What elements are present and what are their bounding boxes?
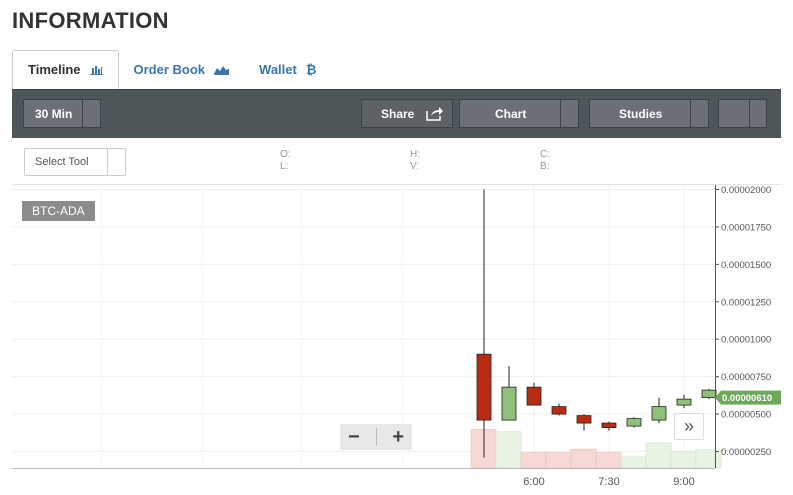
volume-bar [520, 452, 547, 469]
candle-body [476, 353, 492, 421]
scroll-to-latest-button[interactable]: » [674, 413, 704, 440]
ohlc-readout-close-bid: C: B: [540, 149, 550, 173]
share-button[interactable]: Share [361, 99, 453, 128]
volume-bar [570, 448, 597, 469]
low-label: L: [280, 161, 289, 172]
zoom-out-button[interactable]: − [348, 427, 360, 447]
toolbar-extra-button[interactable] [718, 99, 767, 128]
candle-body [701, 389, 717, 399]
volume-label: V: [410, 161, 420, 172]
area-chart-icon [214, 64, 230, 75]
tab-order-book[interactable]: Order Book [119, 50, 245, 89]
candle-body [601, 422, 617, 428]
chart-toolbar: 30 Min Share Chart Studies [12, 89, 781, 138]
candle-body [501, 386, 517, 421]
volume-bar [645, 442, 672, 469]
zoom-controls: − + [340, 424, 412, 450]
volume-bar [545, 452, 572, 469]
candle-body [676, 398, 692, 406]
volume-bar [595, 452, 622, 469]
y-tick-label: 0.00001250 [721, 297, 771, 308]
volume-bar [495, 431, 522, 469]
y-tick-label: 0.00000500 [721, 410, 771, 421]
zoom-in-button[interactable]: + [392, 427, 404, 447]
high-label: H: [410, 149, 420, 160]
share-label: Share [381, 106, 415, 121]
bar-chart-icon [89, 64, 103, 75]
tab-label: Wallet [259, 62, 297, 77]
y-tick-label: 0.00002000 [721, 185, 771, 196]
volume-bar [670, 450, 697, 469]
pair-label: BTC-ADA [22, 201, 95, 221]
last-price-label: 0.00000610 [722, 393, 772, 404]
x-tick-label: 9:00 [673, 476, 694, 488]
volume-bar [620, 456, 647, 469]
volume-bar [695, 449, 722, 469]
open-label: O: [280, 149, 291, 160]
y-tick-label: 0.00001000 [721, 335, 771, 346]
y-tick-label: 0.00000250 [721, 447, 771, 458]
share-icon [426, 106, 444, 124]
page-title: INFORMATION [12, 8, 169, 33]
chart-label: Chart [495, 106, 527, 121]
tab-label: Timeline [28, 62, 81, 77]
y-tick-label: 0.00001500 [721, 260, 771, 271]
y-tick-label: 0.00000750 [721, 372, 771, 383]
chart-subbar: Select Tool O: L: H: V: C: B: [12, 138, 781, 185]
x-tick-label: 6:00 [523, 476, 544, 488]
close-label: C: [540, 149, 550, 160]
x-tick-label: 7:30 [598, 476, 619, 488]
candle-body [576, 415, 592, 424]
tab-bar: Timeline Order Book Wallet ₿ [12, 50, 331, 89]
bitcoin-icon: ₿ [305, 62, 317, 77]
interval-label: 30 Min [35, 106, 73, 121]
y-tick-label: 0.00001750 [721, 222, 771, 233]
tab-label: Order Book [133, 62, 206, 77]
chart-type-dropdown[interactable]: Chart [459, 99, 579, 128]
studies-dropdown[interactable]: Studies [589, 99, 709, 128]
select-tool-label: Select Tool [35, 156, 89, 168]
tab-timeline[interactable]: Timeline [12, 50, 119, 89]
candle-body [626, 418, 642, 427]
studies-label: Studies [619, 106, 663, 121]
bid-label: B: [540, 161, 550, 172]
candle-body [551, 406, 567, 415]
candle-body [526, 386, 542, 406]
price-chart[interactable]: 0.00002000 0.00001750 0.00001500 0.00001250… [12, 185, 781, 495]
ohlc-readout-high-volume: H: V: [410, 149, 420, 173]
interval-dropdown[interactable]: 30 Min [23, 99, 101, 128]
candle-body [651, 406, 667, 421]
select-tool-dropdown[interactable]: Select Tool [24, 148, 126, 176]
tab-wallet[interactable]: Wallet ₿ [244, 50, 331, 89]
ohlc-readout-open-low: O: L: [280, 149, 291, 173]
